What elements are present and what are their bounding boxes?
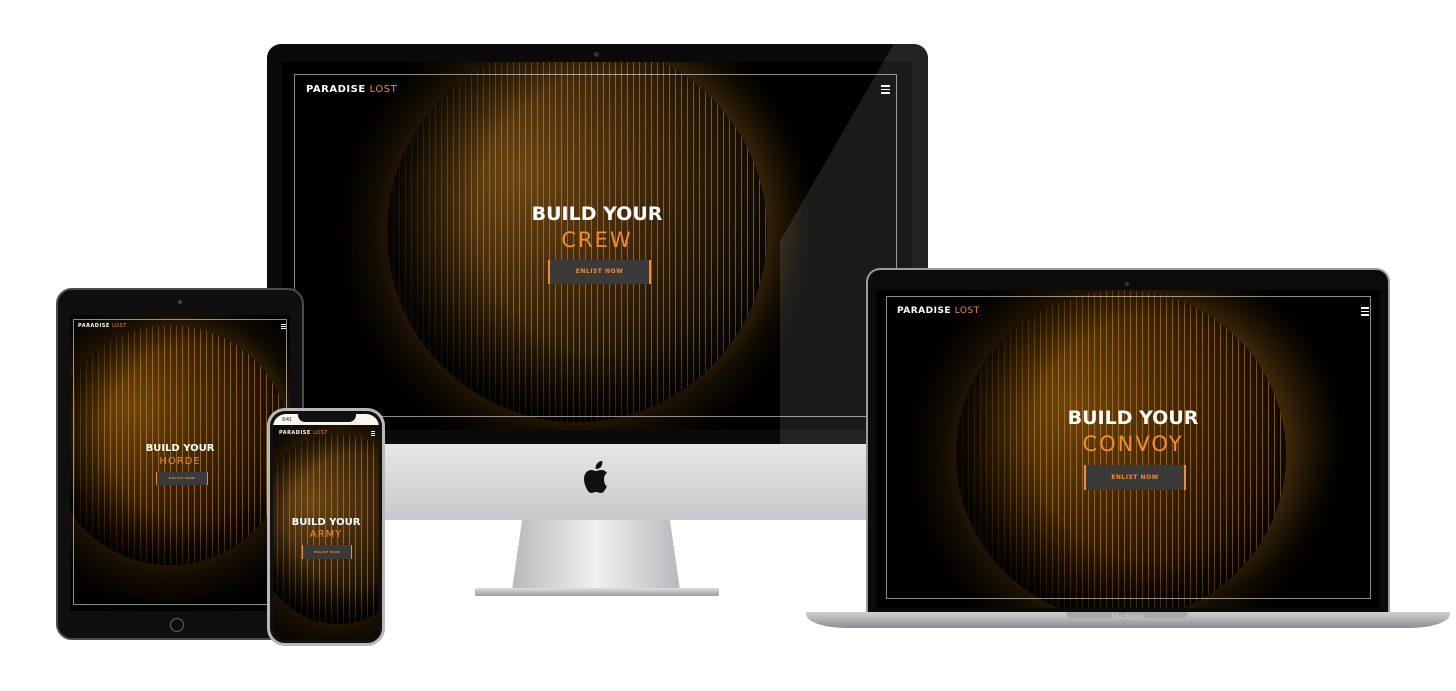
brand-logo[interactable]: PARADISE LOST [78, 323, 127, 329]
brand-primary: PARADISE [279, 430, 311, 436]
enlist-now-button[interactable]: ENLIST NOW [1084, 465, 1186, 490]
brand-primary: PARADISE [78, 323, 110, 329]
ipad-screen: PARADISE LOST BUILD YOUR HORDE ENLIST NO… [70, 315, 290, 611]
hamburger-menu-icon[interactable] [1361, 307, 1369, 318]
headline-prefix: BUILD YOUR [145, 443, 215, 454]
enlist-now-button[interactable]: ENLIST NOW [156, 472, 208, 485]
macbook-screen: PARADISE LOST BUILD YOUR CONVOY ENLIST N… [876, 290, 1380, 608]
brand-logo[interactable]: PARADISE LOST [279, 430, 328, 436]
brand-logo[interactable]: PARADISE LOST [897, 306, 980, 316]
hero-headline: BUILD YOUR CREW [497, 204, 697, 252]
macbook-label: MacBook [1111, 612, 1145, 621]
headline-prefix: BUILD YOUR [531, 203, 663, 225]
enlist-now-button[interactable]: ENLIST NOW [548, 260, 651, 284]
headline-prefix: BUILD YOUR [291, 517, 361, 528]
hero-headline: BUILD YOUR ARMY [276, 517, 376, 540]
headline-word: CREW [561, 227, 633, 252]
iphone-notch [298, 413, 356, 422]
imac-stand [512, 520, 680, 590]
headline-prefix: BUILD YOUR [1067, 407, 1199, 429]
brand-primary: PARADISE [897, 306, 952, 316]
brand-logo[interactable]: PARADISE LOST [306, 84, 397, 95]
hamburger-menu-icon[interactable] [371, 431, 375, 438]
hamburger-menu-icon[interactable] [281, 324, 286, 331]
iphone-screen: 9:41 PARADISE LOST BUILD YOUR ARMY ENLIS… [273, 414, 379, 640]
imac-camera [594, 52, 599, 57]
headline-word: ARMY [309, 529, 343, 540]
brand-secondary: LOST [369, 84, 398, 95]
hero-headline: BUILD YOUR CONVOY [1028, 408, 1238, 456]
brand-secondary: LOST [112, 323, 127, 329]
brand-primary: PARADISE [306, 84, 366, 95]
imac-foot [475, 588, 719, 596]
headline-word: CONVOY [1082, 431, 1184, 456]
hero-headline: BUILD YOUR HORDE [130, 443, 230, 467]
brand-secondary: LOST [954, 306, 980, 316]
macbook-camera [1125, 282, 1129, 286]
enlist-now-button[interactable]: ENLIST NOW [302, 545, 352, 559]
status-time: 9:41 [282, 417, 292, 423]
brand-secondary: LOST [313, 430, 328, 436]
apple-logo-icon [580, 458, 614, 498]
ipad-home-button[interactable] [170, 618, 184, 632]
headline-word: HORDE [159, 456, 201, 467]
ipad-camera [178, 300, 182, 304]
